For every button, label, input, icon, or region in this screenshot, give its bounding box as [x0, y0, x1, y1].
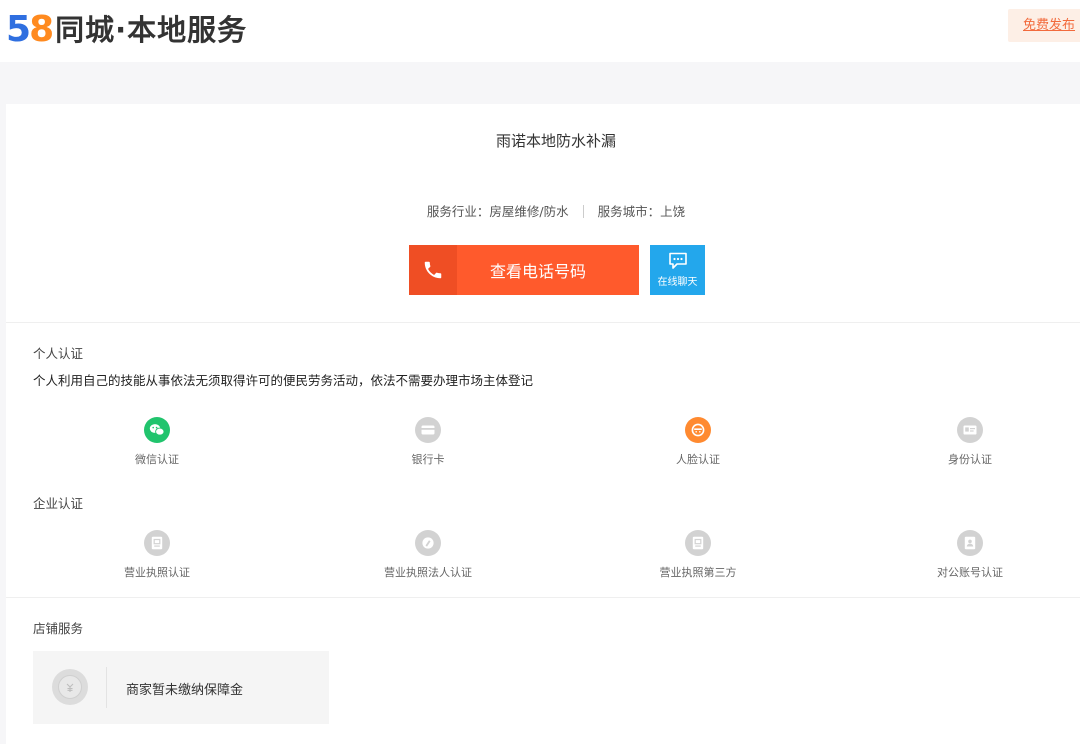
free-publish-button[interactable]: 免费发布 [1008, 9, 1080, 42]
store-service-title: 店铺服务 [33, 621, 84, 636]
online-chat-label: 在线聊天 [657, 277, 698, 288]
view-phone-button[interactable]: 查看电话号码 [409, 245, 639, 295]
face-icon [685, 417, 711, 443]
guarantee-seal-inner [58, 675, 82, 699]
chat-bubble-icon [668, 252, 687, 269]
cert-label: 银行卡 [411, 453, 445, 466]
legal-person-icon [415, 530, 441, 556]
business-license-icon [144, 530, 170, 556]
cert-label: 营业执照第三方 [659, 566, 737, 579]
logo-digit-8: 8 [29, 9, 54, 50]
cert-face: 人脸认证 [598, 417, 798, 467]
cert-label: 微信认证 [135, 453, 179, 466]
shop-meta: 服务行业：房屋维修/防水 服务城市：上饶 [6, 201, 1080, 220]
personal-cert-description: 个人利用自己的技能从事依法无须取得许可的便民劳务活动，依法不需要办理市场主体登记 [33, 373, 534, 388]
divider [6, 322, 1080, 323]
logo-digit-5: 5 [6, 9, 31, 50]
online-chat-button[interactable]: 在线聊天 [650, 245, 705, 295]
shop-card: 雨诺本地防水补漏 服务行业：房屋维修/防水 服务城市：上饶 查看电话号码 在线聊天… [6, 104, 1080, 744]
logo-number: 58 [6, 9, 54, 50]
header: 58 同城·本地服务 免费发布 [0, 0, 1080, 62]
guarantee-separator [106, 667, 107, 708]
cert-label: 身份认证 [948, 453, 992, 466]
service-city: 服务城市：上饶 [597, 204, 686, 219]
site-logo[interactable]: 58 同城·本地服务 [6, 10, 247, 50]
wechat-icon [144, 417, 170, 443]
cert-wechat: 微信认证 [57, 417, 257, 467]
shop-name: 雨诺本地防水补漏 [495, 132, 616, 150]
phone-icon [409, 245, 457, 295]
service-industry: 服务行业：房屋维修/防水 [426, 204, 569, 219]
guarantee-text: 商家暂未缴纳保障金 [126, 683, 244, 698]
corporate-account-icon [957, 530, 983, 556]
third-party-license-icon [685, 530, 711, 556]
logo-text: 同城·本地服务 [55, 13, 248, 47]
enterprise-cert-title: 企业认证 [33, 496, 84, 511]
cert-label: 人脸认证 [676, 453, 720, 466]
guarantee-box: 商家暂未缴纳保障金 [33, 651, 329, 724]
id-card-icon [957, 417, 983, 443]
guarantee-seal-icon [52, 669, 88, 705]
cert-business-license: 营业执照认证 [57, 530, 257, 580]
bank-card-icon [415, 417, 441, 443]
meta-separator [582, 205, 584, 218]
cert-label: 营业执照认证 [124, 566, 190, 579]
cert-label: 营业执照法人认证 [384, 566, 472, 579]
cert-corporate-account: 对公账号认证 [870, 530, 1070, 580]
cert-id: 身份认证 [870, 417, 1070, 467]
cert-label: 对公账号认证 [937, 566, 1003, 579]
cert-bank-card: 银行卡 [328, 417, 528, 467]
divider [6, 597, 1080, 598]
view-phone-label: 查看电话号码 [489, 262, 586, 281]
personal-cert-title: 个人认证 [33, 346, 84, 361]
cert-legal-person: 营业执照法人认证 [328, 530, 528, 580]
cert-third-party-license: 营业执照第三方 [598, 530, 798, 580]
